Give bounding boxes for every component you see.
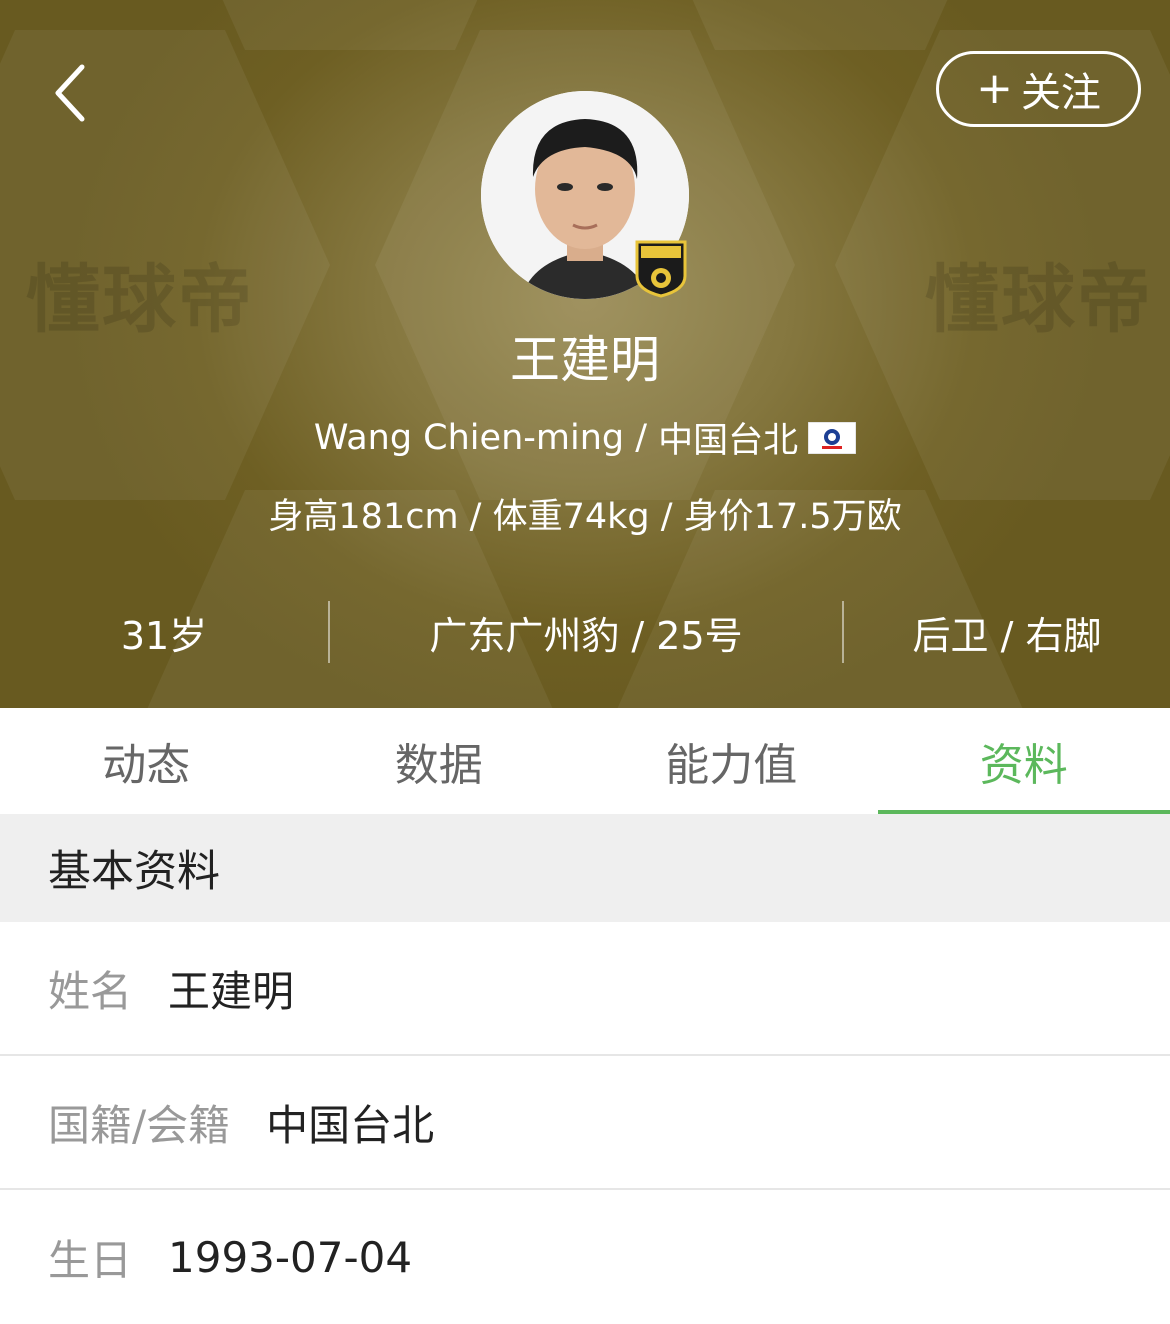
follow-button[interactable]: + 关注 xyxy=(936,51,1141,127)
tab-abilities[interactable]: 能力值 xyxy=(585,708,878,814)
player-subtitle: Wang Chien-ming / 中国台北 xyxy=(0,412,1170,463)
row-label: 姓名 xyxy=(48,958,132,1019)
section-title: 基本资料 xyxy=(48,837,220,899)
profile-row-name: 姓名 王建明 xyxy=(0,922,1170,1056)
tab-bar: 动态 数据 能力值 资料 xyxy=(0,708,1170,814)
row-label: 国籍/会籍 xyxy=(48,1092,230,1153)
player-header: 懂球帝 懂球帝 + 关注 王建明 Wang Chien-mi xyxy=(0,0,1170,708)
team-badge xyxy=(635,240,687,298)
row-value: 王建明 xyxy=(168,958,294,1019)
follow-label: 关注 xyxy=(1021,60,1101,118)
row-label: 生日 xyxy=(48,1227,132,1288)
english-name: Wang Chien-ming xyxy=(314,418,624,458)
nationality: 中国台北 xyxy=(658,412,798,463)
team-logo-icon xyxy=(635,240,687,298)
profile-row-birthday: 生日 1993-07-04 xyxy=(0,1190,1170,1324)
flag-icon xyxy=(808,422,856,454)
back-button[interactable] xyxy=(40,58,100,128)
tab-dynamics[interactable]: 动态 xyxy=(0,708,293,814)
section-header: 基本资料 xyxy=(0,814,1170,922)
plus-icon: + xyxy=(976,67,1013,111)
player-name: 王建明 xyxy=(0,320,1170,392)
player-position: 后卫 / 右脚 xyxy=(844,605,1170,660)
tab-stats[interactable]: 数据 xyxy=(293,708,586,814)
subtitle-separator: / xyxy=(624,418,658,458)
player-age: 31岁 xyxy=(0,605,328,660)
row-value: 中国台北 xyxy=(266,1092,434,1153)
player-stats: 身高181cm / 体重74kg / 身价17.5万欧 xyxy=(0,488,1170,539)
player-info-strip: 31岁 广东广州豹 / 25号 后卫 / 右脚 xyxy=(0,592,1170,672)
tab-profile[interactable]: 资料 xyxy=(878,708,1170,814)
profile-row-nationality: 国籍/会籍 中国台北 xyxy=(0,1056,1170,1190)
row-value: 1993-07-04 xyxy=(168,1233,412,1282)
player-club[interactable]: 广东广州豹 / 25号 xyxy=(330,605,842,660)
chevron-left-icon xyxy=(52,63,88,123)
